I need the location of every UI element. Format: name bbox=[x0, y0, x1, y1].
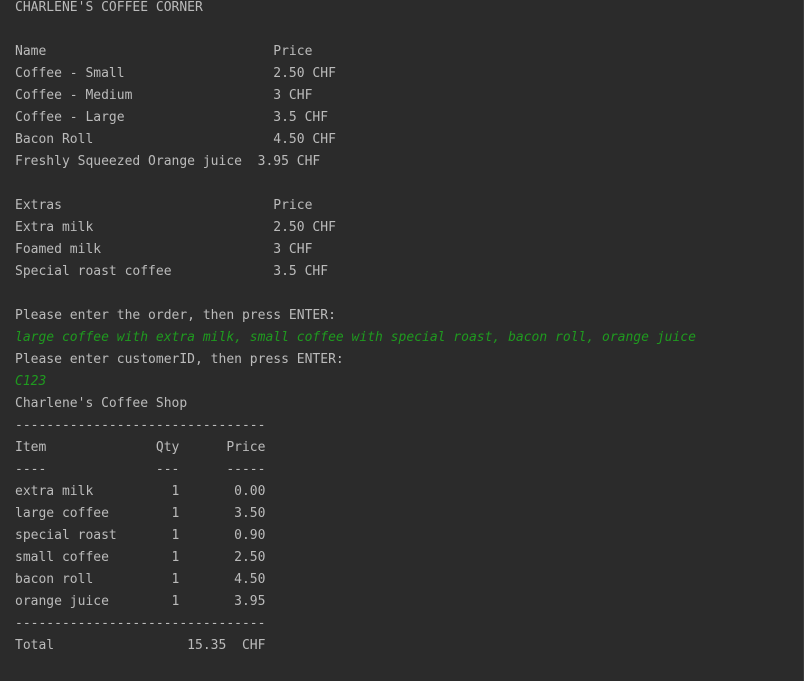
console-output-line: -------------------------------- bbox=[15, 418, 266, 433]
console-output-line: Name Price bbox=[15, 44, 313, 59]
console-output-line: large coffee 1 3.50 bbox=[15, 506, 266, 521]
console-output-line: Special roast coffee 3.5 CHF bbox=[15, 264, 329, 279]
console-output-line: bacon roll 1 4.50 bbox=[15, 572, 266, 587]
console-output-line: CHARLENE'S COFFEE CORNER bbox=[15, 0, 203, 15]
console-output-line: Please enter the order, then press ENTER… bbox=[15, 308, 336, 323]
console-output-line: Freshly Squeezed Orange juice 3.95 CHF bbox=[15, 154, 321, 169]
console-output-line: special roast 1 0.90 bbox=[15, 528, 266, 543]
console-input-line: C123 bbox=[15, 374, 47, 389]
console-output-line: Foamed milk 3 CHF bbox=[15, 242, 313, 257]
console-output-line: orange juice 1 3.95 bbox=[15, 594, 266, 609]
console-output-line: Total 15.35 CHF bbox=[15, 638, 266, 653]
console-output-line: small coffee 1 2.50 bbox=[15, 550, 266, 565]
console-output-line: Item Qty Price bbox=[15, 440, 266, 455]
console-output-line: Extras Price bbox=[15, 198, 313, 213]
console-output[interactable]: CHARLENE'S COFFEE CORNER Name Price Coffee… bbox=[0, 0, 804, 681]
console-output-line: Please enter customerID, then press ENTE… bbox=[15, 352, 344, 367]
console-output-line: Coffee - Large 3.5 CHF bbox=[15, 110, 329, 125]
console-output-line: Bacon Roll 4.50 CHF bbox=[15, 132, 336, 147]
console-output-line: Extra milk 2.50 CHF bbox=[15, 220, 336, 235]
console-output-line: Coffee - Small 2.50 CHF bbox=[15, 66, 336, 81]
console-input-line: large coffee with extra milk, small coff… bbox=[15, 330, 696, 345]
console-output-line: extra milk 1 0.00 bbox=[15, 484, 266, 499]
console-output-line: Coffee - Medium 3 CHF bbox=[15, 88, 313, 103]
console-output-line: Charlene's Coffee Shop bbox=[15, 396, 188, 411]
console-output-line: -------------------------------- bbox=[15, 616, 266, 631]
console-output-line: ---- --- ----- bbox=[15, 462, 266, 477]
